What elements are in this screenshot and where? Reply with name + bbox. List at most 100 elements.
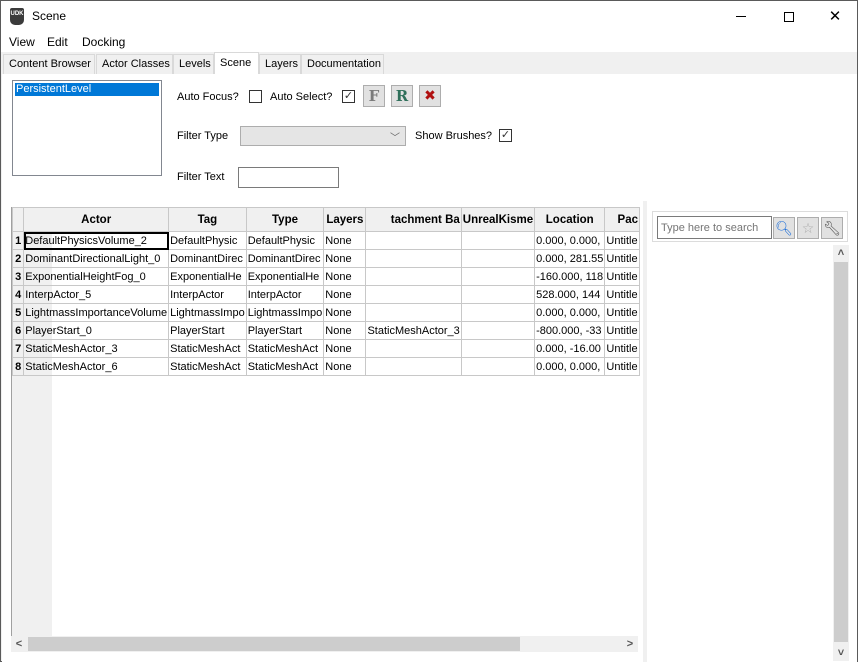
cell-attachment-base[interactable] xyxy=(365,339,462,358)
minimize-button[interactable] xyxy=(718,1,764,32)
table-row[interactable]: 2 DominantDirectionalLight_0 DominantDirec… xyxy=(12,249,640,268)
table-row[interactable]: 1 DefaultPhysicsVolume_2 DefaultPhysic Defa… xyxy=(12,231,640,250)
filter-text-input[interactable] xyxy=(238,167,339,188)
row-number[interactable]: 3 xyxy=(12,267,25,286)
cell-type[interactable]: PlayerStart xyxy=(245,321,325,340)
cell-attachment-base[interactable] xyxy=(365,357,462,376)
table-row[interactable]: 8 StaticMeshActor_6 StaticMeshAct StaticMes… xyxy=(12,357,640,376)
cell-location[interactable]: 0.000, 0.000, xyxy=(534,231,606,250)
cell-unrealkismet[interactable] xyxy=(460,231,536,250)
cell-attachment-base[interactable] xyxy=(365,285,462,304)
column-header-unrealkismet[interactable]: UnrealKisme xyxy=(460,207,536,232)
tab-actor-classes[interactable]: Actor Classes xyxy=(96,54,173,74)
table-row[interactable]: 4 InterpActor_5 InterpActor InterpActor None… xyxy=(12,285,640,304)
cell-layers[interactable]: None xyxy=(323,321,367,340)
cell-layers[interactable]: None xyxy=(323,285,367,304)
cell-attachment-base[interactable] xyxy=(365,231,462,250)
cell-location[interactable]: 0.000, -16.00 xyxy=(534,339,606,358)
cell-location[interactable]: 528.000, 144 xyxy=(534,285,606,304)
cell-tag[interactable]: DefaultPhysic xyxy=(168,231,247,250)
table-row[interactable]: 5 LightmassImportanceVolume LightmassImpo L… xyxy=(12,303,640,322)
title-bar[interactable]: UDK Scene ✕ xyxy=(1,1,857,32)
table-row[interactable]: 7 StaticMeshActor_3 StaticMeshAct StaticMes… xyxy=(12,339,640,358)
cell-package[interactable]: Untitle xyxy=(604,249,640,268)
cell-type[interactable]: DefaultPhysic xyxy=(245,231,325,250)
cell-unrealkismet[interactable] xyxy=(460,267,536,286)
settings-button[interactable]: 🔧︎ xyxy=(821,217,843,239)
cell-package[interactable]: Untitle xyxy=(604,357,640,376)
cell-type[interactable]: InterpActor xyxy=(245,285,325,304)
cell-location[interactable]: 0.000, 0.000, xyxy=(534,357,606,376)
cell-package[interactable]: Untitle xyxy=(604,231,640,250)
cell-location[interactable]: 0.000, 281.55 xyxy=(534,249,606,268)
cell-actor[interactable]: LightmassImportanceVolume xyxy=(23,303,170,322)
row-number[interactable]: 2 xyxy=(12,249,25,268)
auto-select-checkbox[interactable]: ✓ xyxy=(342,90,355,103)
column-header-attachment-base[interactable]: tachment Ba xyxy=(365,207,462,232)
maximize-button[interactable] xyxy=(766,1,812,32)
cell-unrealkismet[interactable] xyxy=(460,321,536,340)
cell-package[interactable]: Untitle xyxy=(604,321,640,340)
menu-view[interactable]: View xyxy=(9,35,35,49)
row-number[interactable]: 8 xyxy=(12,357,25,376)
cell-tag[interactable]: ExponentialHe xyxy=(168,267,247,286)
vertical-scrollbar[interactable]: ˄ ˅ xyxy=(833,245,849,661)
cell-layers[interactable]: None xyxy=(323,303,367,322)
table-row[interactable]: 6 PlayerStart_0 PlayerStart PlayerStart None… xyxy=(12,321,640,340)
cell-actor[interactable]: StaticMeshActor_6 xyxy=(23,357,170,376)
cell-package[interactable]: Untitle xyxy=(604,303,640,322)
tab-documentation[interactable]: Documentation xyxy=(301,54,384,74)
cell-actor[interactable]: DefaultPhysicsVolume_2 xyxy=(23,231,170,250)
cell-attachment-base[interactable] xyxy=(365,303,462,322)
cell-type[interactable]: DominantDirec xyxy=(245,249,325,268)
refresh-button[interactable]: R xyxy=(391,85,413,107)
focus-button[interactable]: F xyxy=(363,85,385,107)
cell-type[interactable]: StaticMeshAct xyxy=(245,339,325,358)
scroll-right-icon[interactable]: > xyxy=(622,636,638,652)
row-number[interactable]: 4 xyxy=(12,285,25,304)
cell-tag[interactable]: StaticMeshAct xyxy=(168,339,247,358)
tab-scene[interactable]: Scene xyxy=(214,52,259,74)
show-brushes-checkbox[interactable]: ✓ xyxy=(499,129,512,142)
cell-actor[interactable]: InterpActor_5 xyxy=(23,285,170,304)
cell-package[interactable]: Untitle xyxy=(604,267,640,286)
column-header-type[interactable]: Type xyxy=(245,207,325,232)
cell-tag[interactable]: LightmassImpo xyxy=(168,303,247,322)
cell-type[interactable]: ExponentialHe xyxy=(245,267,325,286)
cell-unrealkismet[interactable] xyxy=(460,357,536,376)
scroll-left-icon[interactable]: < xyxy=(11,636,27,652)
filter-type-dropdown[interactable]: ﹀ xyxy=(240,126,406,146)
cell-unrealkismet[interactable] xyxy=(460,285,536,304)
cell-location[interactable]: -160.000, 118 xyxy=(534,267,606,286)
cell-layers[interactable]: None xyxy=(323,249,367,268)
column-header-tag[interactable]: Tag xyxy=(168,207,247,232)
column-header-package[interactable]: Pac xyxy=(604,207,640,232)
tab-content-browser[interactable]: Content Browser xyxy=(3,54,95,74)
cell-package[interactable]: Untitle xyxy=(604,339,640,358)
vertical-scroll-thumb[interactable] xyxy=(834,262,848,642)
column-header-actor[interactable]: Actor xyxy=(23,207,170,232)
scroll-down-icon[interactable]: ˅ xyxy=(833,645,849,661)
cell-attachment-base[interactable] xyxy=(365,267,462,286)
table-row[interactable]: 3 ExponentialHeightFog_0 ExponentialHe Expo… xyxy=(12,267,640,286)
cell-actor[interactable]: ExponentialHeightFog_0 xyxy=(23,267,170,286)
cell-tag[interactable]: DominantDirec xyxy=(168,249,247,268)
cell-tag[interactable]: InterpActor xyxy=(168,285,247,304)
menu-docking[interactable]: Docking xyxy=(82,35,125,49)
row-number[interactable]: 5 xyxy=(12,303,25,322)
menu-edit[interactable]: Edit xyxy=(47,35,68,49)
row-number[interactable]: 6 xyxy=(12,321,25,340)
cell-unrealkismet[interactable] xyxy=(460,339,536,358)
cell-actor[interactable]: DominantDirectionalLight_0 xyxy=(23,249,170,268)
level-item-persistent-level[interactable]: PersistentLevel xyxy=(15,83,159,96)
panel-splitter[interactable] xyxy=(643,201,647,662)
cell-attachment-base[interactable]: StaticMeshActor_3 xyxy=(365,321,462,340)
delete-button[interactable]: ✖ xyxy=(419,85,441,107)
close-button[interactable]: ✕ xyxy=(812,1,858,32)
scroll-up-icon[interactable]: ˄ xyxy=(833,245,849,261)
cell-layers[interactable]: None xyxy=(323,231,367,250)
horizontal-scroll-thumb[interactable] xyxy=(28,637,520,651)
actor-grid[interactable]: Actor Tag Type Layers tachment Ba Unreal… xyxy=(11,207,640,652)
cell-attachment-base[interactable] xyxy=(365,249,462,268)
cell-layers[interactable]: None xyxy=(323,339,367,358)
